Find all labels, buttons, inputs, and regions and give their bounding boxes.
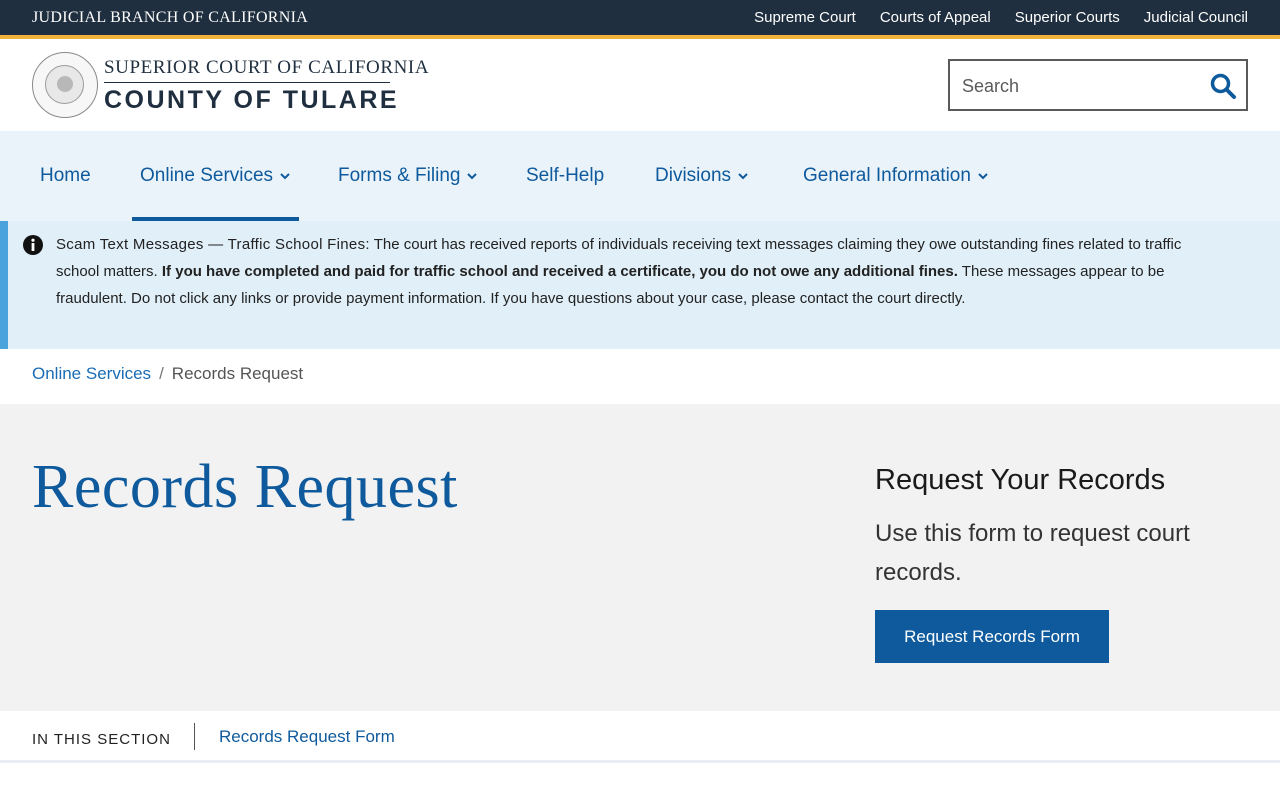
nav-item-online-services[interactable]: Online Services	[131, 131, 300, 221]
utility-links: Supreme Court Courts of Appeal Superior …	[754, 9, 1248, 26]
scam-alert-banner: Scam Text Messages — Traffic School Fine…	[0, 221, 1280, 349]
court-seal-icon[interactable]	[32, 52, 98, 118]
section-divider	[194, 723, 195, 750]
site-header: SUPERIOR COURT OF CALIFORNIA COUNTY OF T…	[0, 39, 1280, 131]
search-box	[948, 59, 1248, 111]
judicial-branch-title: JUDICIAL BRANCH OF CALIFORNIA	[32, 9, 309, 26]
chevron-down-icon	[978, 173, 988, 180]
nav-item-label: General Information	[803, 165, 971, 186]
nav-item-label: Home	[40, 165, 91, 186]
records-request-form-link[interactable]: Records Request Form	[219, 727, 395, 747]
nav-item-self-help[interactable]: Self-Help	[526, 131, 604, 221]
search-icon[interactable]	[1208, 71, 1238, 101]
utility-bar: JUDICIAL BRANCH OF CALIFORNIA Supreme Co…	[0, 0, 1280, 35]
breadcrumb-online-services[interactable]: Online Services	[32, 364, 151, 384]
request-records-form-button[interactable]: Request Records Form	[875, 610, 1109, 663]
breadcrumb-current: Records Request	[171, 364, 304, 383]
in-this-section-bar: IN THIS SECTION Records Request Form	[0, 711, 1280, 763]
alert-accent-bar	[0, 221, 8, 349]
supreme-court-link[interactable]: Supreme Court	[754, 9, 856, 26]
breadcrumb-separator: /	[159, 364, 164, 383]
judicial-council-link[interactable]: Judicial Council	[1144, 9, 1248, 26]
page-title: Records Request	[32, 453, 458, 521]
nav-item-label: Forms & Filing	[338, 165, 461, 186]
nav-item-general-information[interactable]: General Information	[803, 131, 989, 221]
alert-bold-text: If you have completed and paid for traff…	[161, 263, 958, 280]
nav-item-home[interactable]: Home	[40, 131, 91, 221]
search-input[interactable]	[962, 73, 1202, 99]
breadcrumb: Online Services / Records Request	[32, 364, 303, 384]
courts-of-appeal-link[interactable]: Courts of Appeal	[880, 9, 991, 26]
nav-item-label: Online Services	[140, 165, 274, 186]
request-records-description: Use this form to request court records.	[875, 520, 1190, 586]
chevron-down-icon	[738, 173, 748, 180]
nav-item-divisions[interactable]: Divisions	[655, 131, 749, 221]
nav-item-label: Self-Help	[526, 165, 605, 186]
request-records-heading: Request Your Records	[875, 464, 1166, 496]
court-name-line2[interactable]: COUNTY OF TULARE	[104, 86, 399, 115]
nav-item-label: Divisions	[655, 165, 732, 186]
in-this-section-label: IN THIS SECTION	[32, 731, 171, 748]
main-navigation: Home Online Services Forms & Filing Self…	[0, 131, 1280, 221]
chevron-down-icon	[280, 173, 290, 180]
alert-lead: Scam Text Messages — Traffic School Fine…	[56, 236, 370, 253]
nav-item-forms-filing[interactable]: Forms & Filing	[338, 131, 478, 221]
chevron-down-icon	[467, 173, 478, 180]
alert-message: Scam Text Messages — Traffic School Fine…	[56, 231, 1186, 312]
court-name-line1[interactable]: SUPERIOR COURT OF CALIFORNIA	[104, 57, 429, 79]
hero-section: Records Request Request Your Records Use…	[0, 404, 1280, 711]
logo-divider	[104, 82, 390, 83]
superior-courts-link[interactable]: Superior Courts	[1015, 9, 1120, 26]
info-icon	[23, 235, 43, 255]
